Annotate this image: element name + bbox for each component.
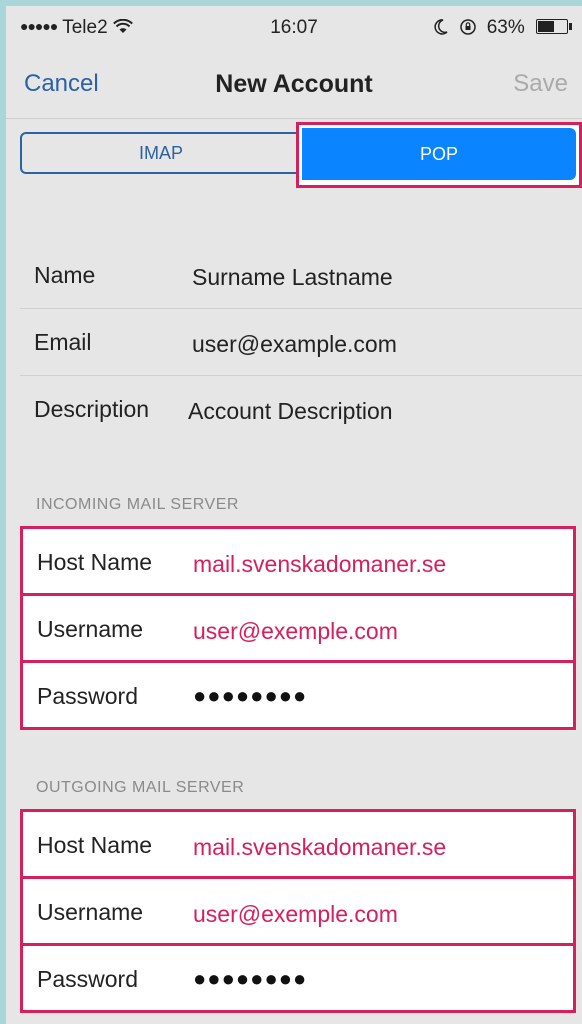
page-title: New Account xyxy=(215,70,373,98)
battery-icon xyxy=(536,19,572,34)
outgoing-password-row[interactable]: Password ●●●●●●●● xyxy=(23,946,573,1010)
account-type-segmented-control: IMAP POP xyxy=(20,122,582,188)
incoming-password-field[interactable]: ●●●●●●●● xyxy=(193,683,307,709)
description-field[interactable]: Account Description xyxy=(188,398,393,425)
incoming-host-row[interactable]: Host Name mail.svenskadomaner.se xyxy=(23,529,573,596)
description-row[interactable]: Description Account Description xyxy=(20,376,582,442)
segment-imap[interactable]: IMAP xyxy=(20,132,302,174)
outgoing-host-row[interactable]: Host Name mail.svenskadomaner.se xyxy=(23,812,573,879)
email-label: Email xyxy=(34,329,92,355)
name-row[interactable]: Name Surname Lastname xyxy=(20,242,582,309)
outgoing-host-field[interactable]: mail.svenskadomaner.se xyxy=(193,834,446,861)
incoming-username-label: Username xyxy=(37,616,144,642)
incoming-host-field[interactable]: mail.svenskadomaner.se xyxy=(193,551,446,578)
email-row[interactable]: Email user@example.com xyxy=(20,309,582,376)
outgoing-password-field[interactable]: ●●●●●●●● xyxy=(193,966,307,992)
incoming-section-header: INCOMING MAIL SERVER xyxy=(36,496,239,513)
orientation-lock-icon xyxy=(453,17,482,38)
nav-divider xyxy=(6,118,582,119)
outgoing-section-header: OUTGOING MAIL SERVER xyxy=(36,779,245,796)
incoming-password-label: Password xyxy=(37,683,138,709)
battery-percent: 63% xyxy=(486,17,525,38)
name-field[interactable]: Surname Lastname xyxy=(192,264,393,291)
name-label: Name xyxy=(34,262,96,288)
incoming-server-section: Host Name mail.svenskadomaner.se Usernam… xyxy=(20,526,576,730)
outgoing-host-label: Host Name xyxy=(37,832,153,858)
account-info-section: Name Surname Lastname Email user@example… xyxy=(20,242,582,442)
moon-icon xyxy=(434,17,453,38)
outgoing-username-label: Username xyxy=(37,899,144,925)
email-field[interactable]: user@example.com xyxy=(192,331,397,358)
navigation-bar: Cancel New Account Save xyxy=(6,52,582,118)
save-button[interactable]: Save xyxy=(513,70,568,98)
incoming-username-field[interactable]: user@exemple.com xyxy=(193,618,398,645)
outgoing-username-field[interactable]: user@exemple.com xyxy=(193,901,398,928)
outgoing-username-row[interactable]: Username user@exemple.com xyxy=(23,879,573,946)
description-label: Description xyxy=(34,396,150,422)
incoming-password-row[interactable]: Password ●●●●●●●● xyxy=(23,663,573,727)
incoming-host-label: Host Name xyxy=(37,549,153,575)
incoming-username-row[interactable]: Username user@exemple.com xyxy=(23,596,573,663)
status-right: 63% xyxy=(434,17,572,39)
outgoing-server-section: Host Name mail.svenskadomaner.se Usernam… xyxy=(20,809,576,1013)
outgoing-password-label: Password xyxy=(37,966,138,992)
status-bar: ●●●●● Tele2 16:07 63% xyxy=(6,6,582,52)
segment-pop[interactable]: POP xyxy=(302,128,576,180)
phone-screen: ●●●●● Tele2 16:07 63% Cancel New Account… xyxy=(6,6,582,1024)
